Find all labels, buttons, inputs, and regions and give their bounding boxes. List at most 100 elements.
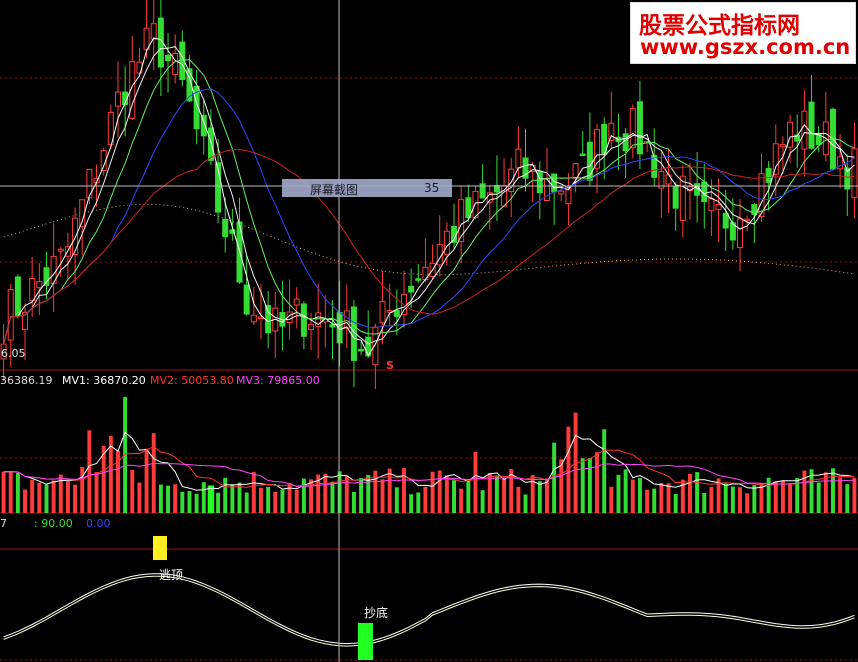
candle-up bbox=[608, 122, 615, 142]
volume-bar-up bbox=[745, 493, 750, 513]
screenshot-tooltip-value: 35 bbox=[424, 181, 440, 195]
watermark-logo: 股票公式指标网 www.gszx.com.cn bbox=[630, 2, 856, 64]
candle-up bbox=[79, 199, 86, 228]
oscillator-line-slow bbox=[3, 575, 855, 647]
volume-bar-up bbox=[423, 486, 428, 513]
volume-bar-down bbox=[452, 480, 456, 513]
volume-bar-up bbox=[294, 489, 299, 513]
candle-up bbox=[708, 198, 715, 212]
volume-bar-up bbox=[609, 486, 614, 513]
volume-bar-up bbox=[444, 475, 449, 513]
candle-down bbox=[765, 168, 772, 183]
signal-top-label: 逃顶 bbox=[159, 568, 184, 582]
volume-bar-up bbox=[94, 472, 99, 513]
volume-bar-down bbox=[816, 482, 821, 513]
volume-bar-up bbox=[838, 477, 843, 513]
candle-down bbox=[408, 285, 415, 293]
candle-down bbox=[265, 305, 272, 334]
volume-bar-down bbox=[230, 484, 235, 513]
volume-bar-up bbox=[630, 479, 635, 513]
mv1-label: MV1: 36870.20 bbox=[62, 374, 146, 387]
volume-bar-up bbox=[323, 473, 328, 513]
volume-bar-down bbox=[266, 486, 271, 513]
volume-bar-down bbox=[831, 468, 835, 513]
candle-down bbox=[43, 267, 50, 286]
volume-bar-up bbox=[8, 471, 13, 513]
volume-bar-down bbox=[766, 477, 771, 513]
sell-marker: S bbox=[386, 359, 394, 372]
candle-up bbox=[72, 217, 79, 256]
signal-bottom-label: 抄底 bbox=[364, 606, 389, 620]
candle-up bbox=[7, 288, 14, 341]
volume-bar-down bbox=[616, 474, 621, 513]
volume-bar-down bbox=[723, 483, 728, 513]
volume-bar-down bbox=[394, 487, 399, 513]
volume-bar-down bbox=[207, 485, 215, 513]
volume-bar-up bbox=[430, 471, 435, 513]
oscillator-line-fast bbox=[3, 573, 855, 645]
volume-bar-down bbox=[702, 492, 707, 513]
volume-bar-down bbox=[480, 490, 485, 513]
volume-bar-up bbox=[459, 488, 464, 513]
volume-bar-up bbox=[251, 472, 256, 513]
candle-down bbox=[329, 324, 336, 328]
candle-down bbox=[808, 101, 815, 149]
candle-up bbox=[572, 163, 579, 179]
volume-bar-down bbox=[44, 484, 49, 513]
screenshot-tooltip[interactable]: 屏幕截图 35 bbox=[282, 179, 452, 197]
stock-chart bbox=[0, 0, 858, 662]
candle-up bbox=[787, 121, 794, 148]
volume-bar-down bbox=[752, 485, 757, 513]
candle-up bbox=[744, 218, 751, 222]
candle-up bbox=[629, 107, 636, 149]
volume-bar-down bbox=[623, 469, 628, 513]
volume-bar-down bbox=[223, 477, 228, 513]
volume-bar-up bbox=[73, 484, 78, 513]
volume-bar-up bbox=[709, 486, 714, 513]
volume-bar-down bbox=[359, 478, 364, 513]
volume-bar-down bbox=[466, 480, 471, 513]
mv2-label: MV2: 50053.80 bbox=[150, 374, 234, 387]
watermark-url: www.gszx.com.cn bbox=[640, 35, 851, 59]
candle-up bbox=[114, 91, 121, 107]
candle-up bbox=[558, 190, 565, 195]
volume-bar-down bbox=[15, 472, 20, 513]
candle-up bbox=[150, 23, 157, 40]
volume-bar-down bbox=[330, 481, 335, 513]
volume-bar-up bbox=[738, 487, 742, 513]
volume-bar-down bbox=[652, 488, 657, 513]
volume-bar-up bbox=[259, 487, 263, 513]
candle-up bbox=[379, 300, 386, 324]
candle-down bbox=[165, 54, 172, 62]
volume-bar-up bbox=[773, 481, 778, 513]
candle-up bbox=[472, 190, 479, 218]
volume-bar-down bbox=[416, 492, 421, 513]
candle-down bbox=[14, 276, 21, 316]
candle-down bbox=[358, 348, 365, 352]
candle-down bbox=[551, 173, 558, 193]
volume-bar-down bbox=[201, 482, 206, 513]
candle-up bbox=[801, 110, 808, 150]
volume-bar-up bbox=[273, 491, 278, 513]
crosshair bbox=[0, 0, 858, 662]
volume-bar-up bbox=[645, 489, 650, 513]
volume-bar-down bbox=[587, 458, 592, 513]
volume-bar-up bbox=[530, 475, 535, 513]
volume-bar-up bbox=[788, 483, 793, 513]
candle-up bbox=[29, 277, 36, 301]
volume-bar-up bbox=[688, 473, 692, 513]
screenshot-tooltip-label: 屏幕截图 bbox=[310, 183, 359, 197]
candle-up bbox=[715, 204, 722, 211]
candle-up bbox=[851, 148, 858, 199]
mv3-label: MV3: 79865.00 bbox=[236, 374, 320, 387]
volume-bar-down bbox=[523, 494, 528, 513]
volume-bar-up bbox=[51, 480, 56, 513]
volume-bar-up bbox=[87, 430, 92, 513]
volume-bar-down bbox=[580, 458, 585, 513]
candle-up bbox=[779, 144, 786, 148]
volume-bar-up bbox=[344, 476, 349, 513]
volume-bar-up bbox=[502, 479, 507, 513]
volume-bar-down bbox=[244, 492, 249, 513]
volume-bar-down bbox=[695, 472, 700, 513]
candle-up bbox=[36, 281, 43, 289]
